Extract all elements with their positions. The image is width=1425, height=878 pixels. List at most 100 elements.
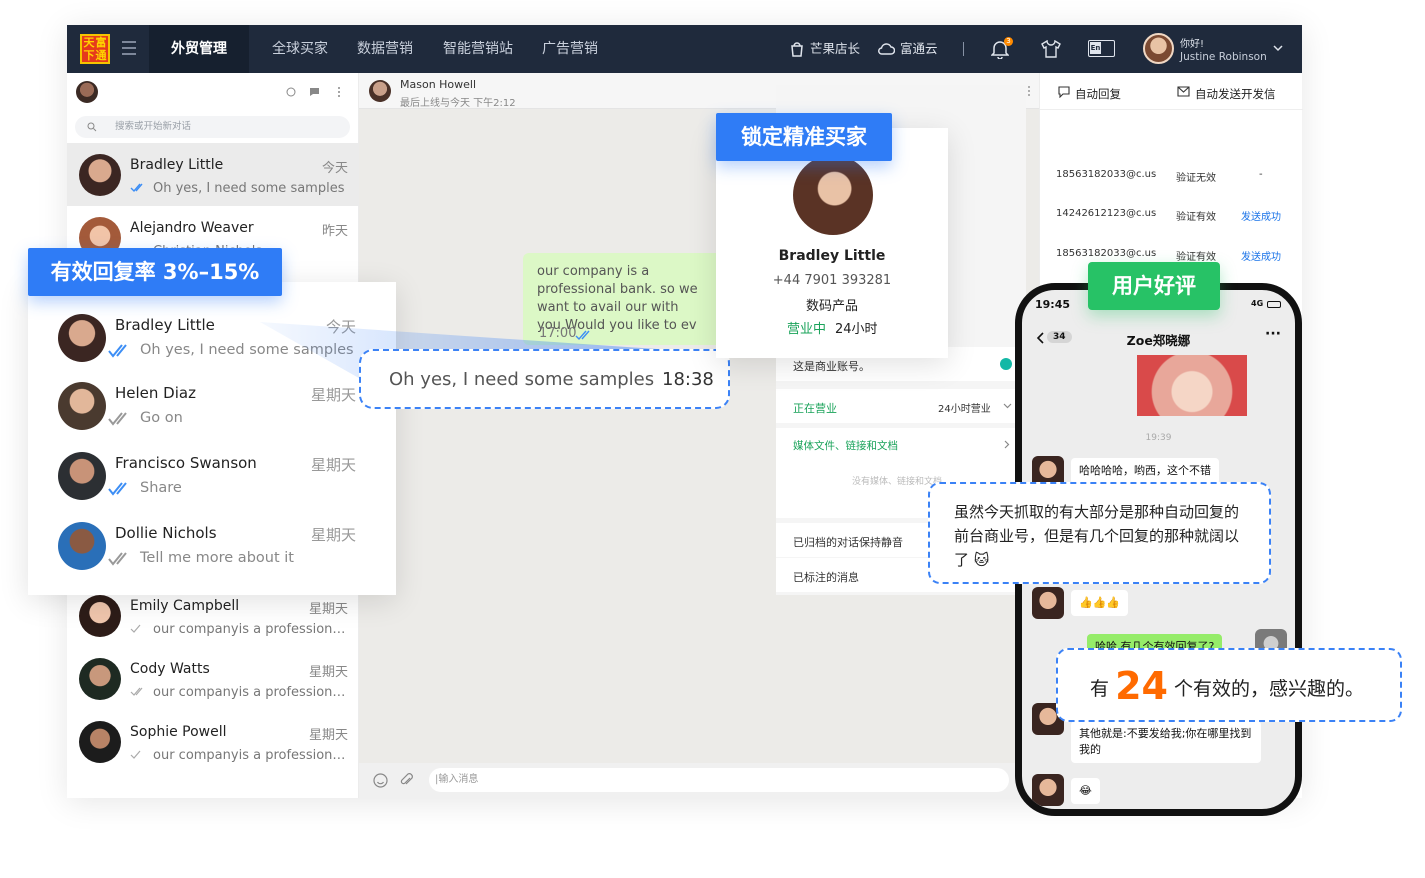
tab-auto-reply[interactable]: 自动回复 — [1075, 86, 1121, 102]
send-record-row[interactable]: 14242612123@c.us 验证有效 发送成功 — [1056, 208, 1291, 228]
friend-avatar — [1032, 774, 1064, 806]
user-avatar[interactable] — [1143, 33, 1174, 64]
brand-logo[interactable]: 天 富 下 通 — [80, 34, 110, 64]
chat-name: Cody Watts — [130, 661, 210, 677]
thumbs-up-message: 👍👍👍 — [1071, 590, 1129, 616]
cat-emoji-icon: 🐱 — [969, 551, 990, 569]
friend-avatar — [1032, 587, 1064, 619]
chevron-right-icon[interactable] — [1004, 440, 1010, 449]
buyer-phone: +44 7901 393281 — [772, 273, 892, 288]
valid-count-callout: 有 24 个有效的，感兴趣的。 — [1056, 648, 1402, 722]
chat-avatar — [79, 154, 121, 196]
logo-char: 通 — [95, 48, 107, 62]
more-options-icon[interactable] — [1027, 85, 1031, 97]
hamburger-menu-icon[interactable] — [122, 41, 136, 55]
logo-char: 下 — [83, 48, 95, 62]
phone-chat-title: Zoe郑晓娜 — [1126, 333, 1191, 348]
message-composer: |输入消息 — [359, 763, 1039, 798]
double-check-icon — [108, 344, 127, 358]
nav-data-marketing[interactable]: 数据营销 — [357, 25, 413, 73]
emoji-icon[interactable] — [373, 773, 388, 788]
attachment-icon[interactable] — [400, 773, 414, 788]
new-chat-icon[interactable] — [309, 87, 320, 97]
chat-time: 今天 — [321, 161, 348, 176]
list-item[interactable]: Dollie Nichols 星期天 Tell me more about it — [28, 512, 396, 580]
contact-avatar[interactable] — [369, 80, 391, 102]
nav-foreign-trade[interactable]: 外贸管理 — [149, 25, 249, 73]
double-check-icon — [108, 412, 127, 426]
nav-smart-site[interactable]: 智能营销站 — [443, 25, 513, 73]
phone-chat-header: 34 Zoe郑晓娜 ··· — [1022, 320, 1295, 356]
record-verify: 验证有效 — [1176, 212, 1216, 223]
callout-message: Oh yes, I need some samples — [389, 369, 655, 390]
message-input[interactable]: |输入消息 — [429, 768, 1009, 792]
business-hours-row[interactable]: 正在营业 24小时营业 — [776, 389, 1026, 423]
search-input[interactable]: 搜索或开始新对话 — [75, 116, 350, 138]
divider — [963, 42, 964, 56]
last-seen: 最后上线与今天 下午2:12 — [400, 98, 516, 109]
chat-avatar — [79, 595, 121, 637]
buyer-category: 数码产品 — [805, 299, 858, 314]
review-callout: 虽然今天抓取的有大部分是那种自动回复的前台商业号，但是有几个回复的那种就阔以了 … — [928, 482, 1271, 584]
buyer-status: 营业中 — [787, 322, 827, 337]
double-check-icon — [130, 687, 143, 696]
contact-name: Francisco Swanson — [115, 454, 257, 472]
mail-icon — [1177, 86, 1190, 97]
chat-item[interactable]: Sophie Powell 星期天 our companyis a profes… — [67, 710, 359, 773]
chat-bubble-icon — [1058, 86, 1070, 98]
chat-item[interactable]: Bradley Little 今天 Oh yes, I need some sa… — [67, 143, 359, 206]
valid-count-number: 24 — [1115, 664, 1168, 708]
contact-name: Mason Howell — [400, 78, 477, 91]
chat-name: Sophie Powell — [130, 724, 227, 740]
callout-time: 18:38 — [662, 369, 714, 390]
user-review-tag: 用户好评 — [1088, 262, 1220, 310]
message-time: 星期天 — [310, 526, 356, 544]
no-media-text: 没有媒体、链接和文档 — [852, 477, 943, 487]
chat-preview: our companyis a professional... — [153, 685, 353, 700]
chevron-down-icon[interactable] — [1003, 403, 1012, 409]
nav-ad-marketing[interactable]: 广告营销 — [542, 25, 598, 73]
chat-time: 星期天 — [308, 728, 348, 743]
logo-char: 富 — [95, 35, 107, 49]
language-switch-icon[interactable]: En — [1088, 40, 1115, 57]
send-record-row[interactable]: 18563182033@c.us 验证无效 - — [1056, 169, 1291, 189]
notification-badge: 3 — [1004, 37, 1013, 46]
more-options-icon[interactable] — [337, 86, 341, 98]
more-icon[interactable]: ··· — [1265, 326, 1281, 342]
list-item[interactable]: Francisco Swanson 星期天 Share — [28, 442, 396, 510]
contact-name: Dollie Nichols — [115, 524, 217, 542]
shirt-icon[interactable] — [1041, 40, 1061, 58]
battery-icon — [1267, 301, 1281, 308]
lock-buyer-tag: 锁定精准买家 — [716, 113, 892, 161]
media-link: 媒体文件、链接和文档 — [793, 440, 898, 452]
contact-avatar — [58, 452, 106, 500]
chat-name: Alejandro Weaver — [130, 220, 254, 236]
record-send: 发送成功 — [1241, 252, 1281, 263]
open-status: 正在营业 — [793, 402, 837, 415]
message-callout: Oh yes, I need some samples 18:38 — [359, 349, 730, 409]
nav-global-buyers[interactable]: 全球买家 — [272, 25, 328, 73]
buyer-name: Bradley Little — [778, 248, 886, 264]
shared-photo[interactable] — [1137, 355, 1247, 416]
top-navigation-bar: 天 富 下 通 外贸管理 全球买家 数据营销 智能营销站 广告营销 芒果店长 富… — [67, 25, 1302, 73]
chat-item[interactable]: Cody Watts 星期天 our companyis a professio… — [67, 647, 359, 710]
my-avatar[interactable] — [76, 81, 98, 103]
info-icon[interactable] — [1000, 358, 1012, 370]
store-link[interactable]: 芒果店长 — [810, 25, 860, 73]
count-prefix: 有 — [1090, 678, 1110, 700]
incoming-message: 其他就是:不要发给我;你在哪里找到我的 — [1071, 721, 1261, 763]
tab-auto-send[interactable]: 自动发送开发信 — [1195, 86, 1276, 102]
contact-name: Helen Diaz — [115, 384, 196, 402]
lang-en-badge: En — [1090, 42, 1101, 54]
chevron-down-icon[interactable] — [1273, 45, 1283, 52]
double-check-icon — [130, 183, 143, 193]
status-icon[interactable] — [286, 87, 296, 97]
record-verify: 验证无效 — [1176, 173, 1216, 184]
record-email: 18563182033@c.us — [1056, 169, 1157, 180]
cloud-link[interactable]: 富通云 — [900, 25, 938, 73]
message-preview: Go on — [140, 410, 183, 426]
review-text: 虽然今天抓取的有大部分是那种自动回复的前台商业号，但是有几个回复的那种就阔以了 — [954, 503, 1240, 569]
starred-text: 已标注的消息 — [793, 571, 859, 584]
chat-time: 昨天 — [321, 224, 348, 239]
check-icon — [130, 750, 141, 759]
